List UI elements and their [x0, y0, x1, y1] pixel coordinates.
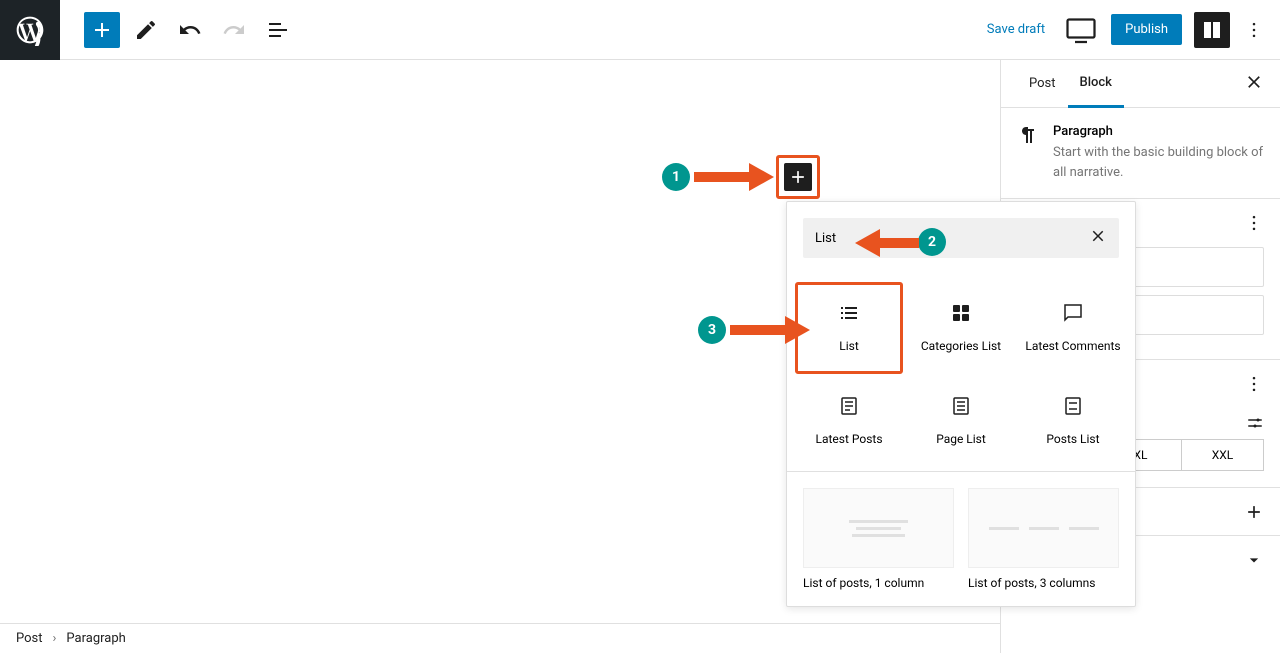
block-description: Start with the basic building block of a… — [1053, 143, 1264, 182]
settings-panel-button[interactable] — [1194, 12, 1230, 48]
close-sidebar-icon[interactable] — [1244, 72, 1264, 96]
tab-block[interactable]: Block — [1068, 60, 1124, 108]
inline-add-block-button[interactable] — [776, 155, 820, 199]
annotation-arrow-1 — [694, 163, 774, 195]
block-item-latest-posts[interactable]: Latest Posts — [795, 378, 903, 464]
preview-icon[interactable] — [1063, 12, 1099, 48]
block-item-latest-comments[interactable]: Latest Comments — [1019, 282, 1127, 374]
block-label: Posts List — [1046, 432, 1099, 448]
edit-icon[interactable] — [128, 12, 164, 48]
block-label: Latest Posts — [815, 432, 882, 448]
tab-post[interactable]: Post — [1017, 60, 1068, 108]
add-block-button[interactable] — [84, 12, 120, 48]
chevron-down-icon[interactable] — [1244, 550, 1264, 570]
publish-button[interactable]: Publish — [1111, 14, 1182, 45]
document-outline-icon[interactable] — [260, 12, 296, 48]
undo-icon[interactable] — [172, 12, 208, 48]
block-label: List — [839, 339, 859, 355]
size-btn-xxl[interactable]: XXL — [1181, 439, 1264, 471]
chevron-right-icon: › — [53, 631, 57, 646]
breadcrumb-current: Paragraph — [66, 631, 125, 646]
annotation-arrow-3 — [730, 316, 810, 348]
more-options-icon[interactable] — [1236, 12, 1272, 48]
annotation-arrow-2 — [855, 229, 919, 261]
block-item-posts-list[interactable]: Posts List — [1019, 378, 1127, 464]
top-toolbar: Save draft Publish — [0, 0, 1280, 60]
block-label: Categories List — [921, 339, 1001, 355]
block-label: Page List — [936, 432, 986, 448]
annotation-badge-3: 3 — [698, 316, 726, 344]
pattern-label: List of posts, 1 column — [803, 576, 954, 590]
block-label: Latest Comments — [1025, 339, 1120, 355]
sliders-icon[interactable] — [1246, 414, 1264, 432]
block-search-input[interactable]: List — [803, 218, 1119, 258]
panel-more-icon[interactable] — [1244, 374, 1264, 394]
pattern-label: List of posts, 3 columns — [968, 576, 1119, 590]
save-draft-button[interactable]: Save draft — [975, 22, 1057, 37]
breadcrumb: Post › Paragraph — [0, 623, 1000, 653]
block-item-categories-list[interactable]: Categories List — [907, 282, 1015, 374]
breadcrumb-root[interactable]: Post — [16, 631, 43, 646]
annotation-badge-1: 1 — [662, 163, 690, 191]
pattern-list-3col[interactable]: List of posts, 3 columns — [968, 488, 1119, 590]
redo-icon — [216, 12, 252, 48]
paragraph-icon — [1017, 124, 1041, 182]
block-title: Paragraph — [1053, 124, 1264, 139]
block-inserter-popup: List List Categories List Latest Comment… — [786, 201, 1136, 607]
panel-more-icon[interactable] — [1244, 213, 1264, 233]
annotation-badge-2: 2 — [918, 228, 946, 256]
plus-icon[interactable] — [1244, 502, 1264, 522]
pattern-list-1col[interactable]: List of posts, 1 column — [803, 488, 954, 590]
block-info-panel: Paragraph Start with the basic building … — [1001, 108, 1280, 199]
wordpress-logo[interactable] — [0, 0, 60, 60]
block-item-list[interactable]: List — [795, 282, 903, 374]
clear-search-icon[interactable] — [1089, 227, 1107, 249]
block-item-page-list[interactable]: Page List — [907, 378, 1015, 464]
